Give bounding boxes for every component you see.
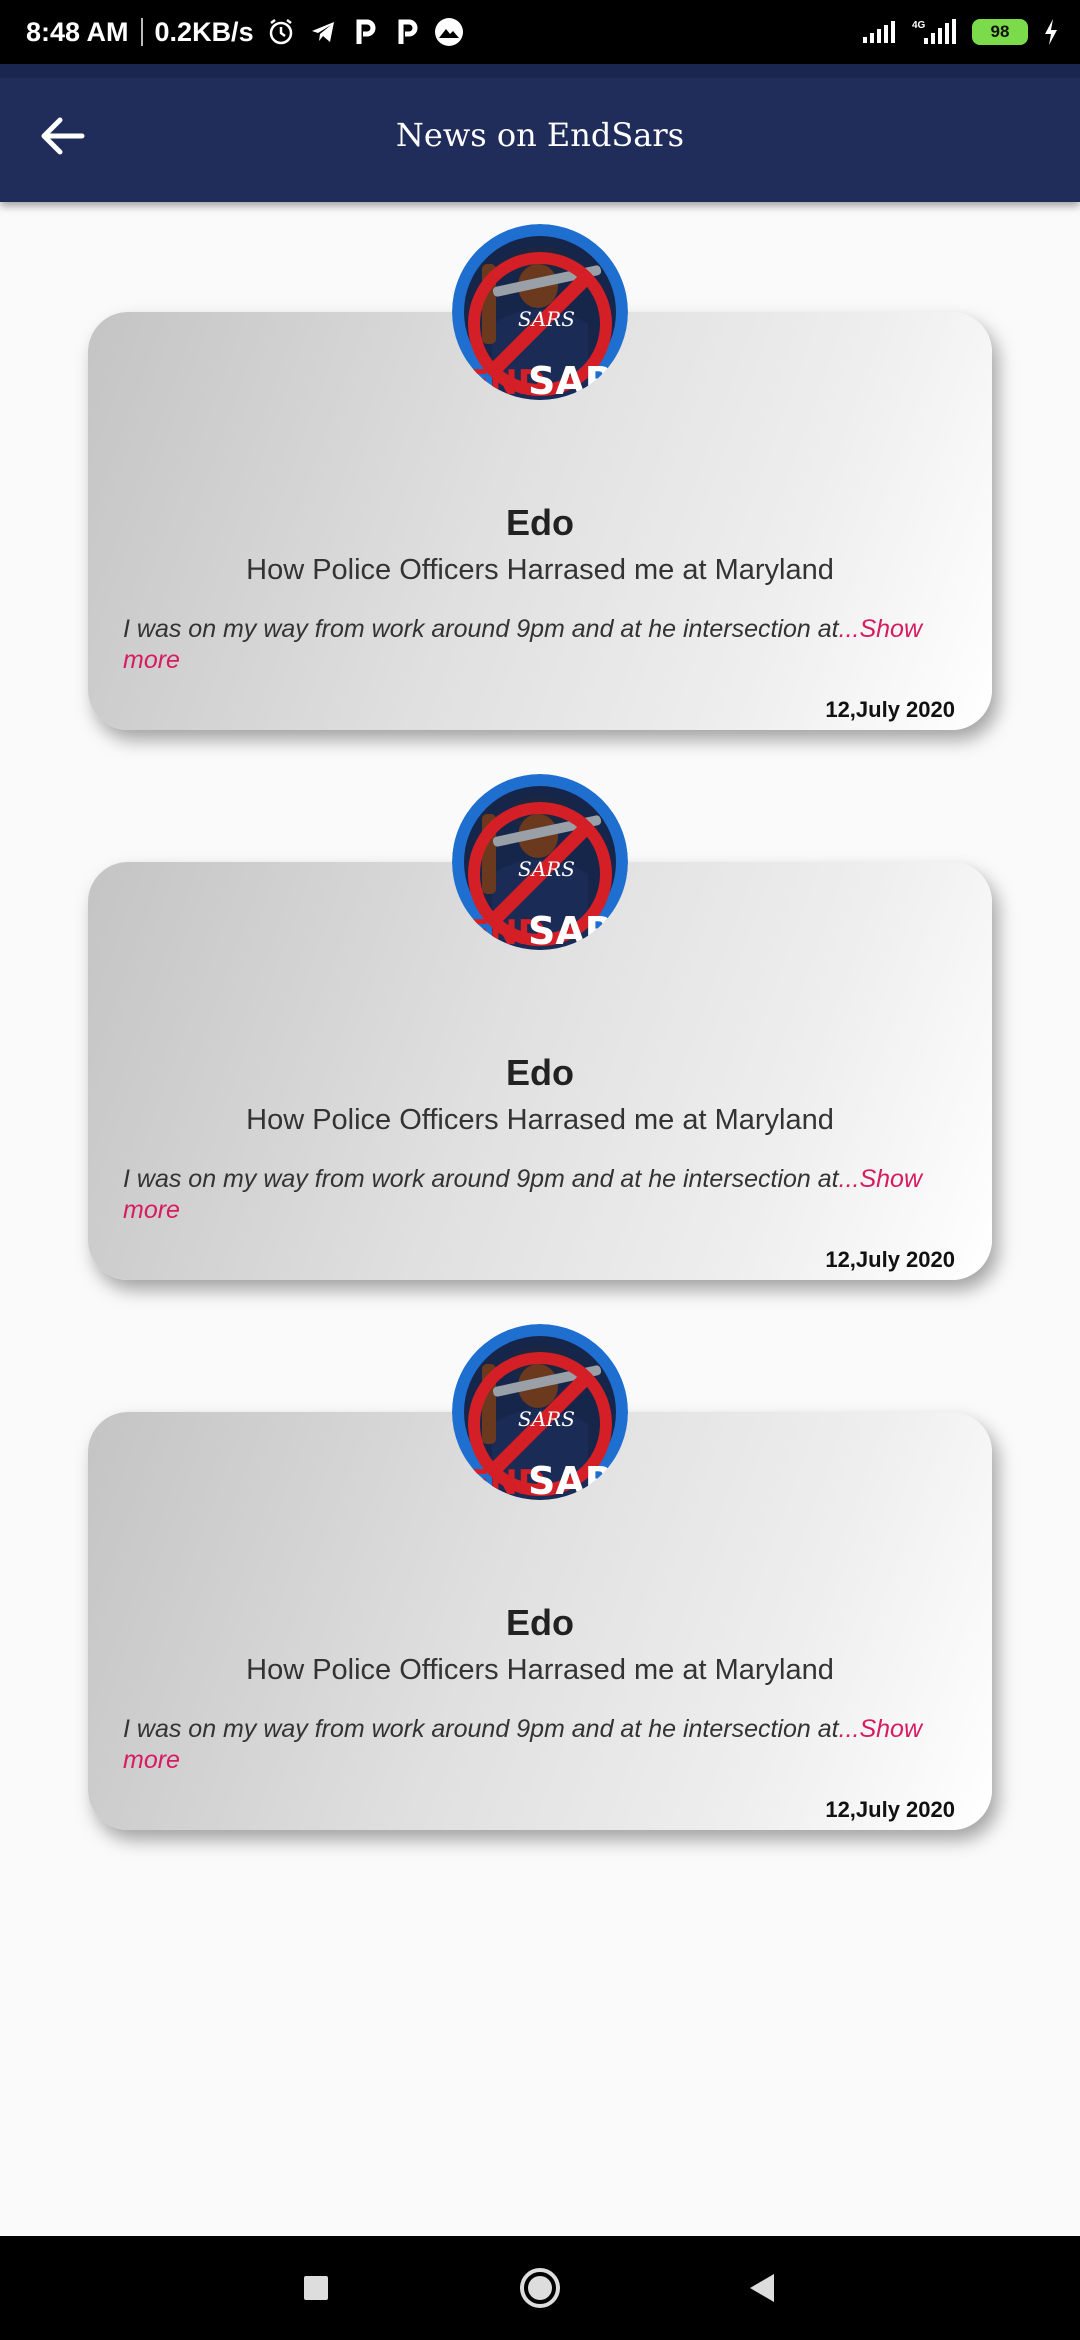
post-date: 12,July 2020	[825, 1247, 955, 1272]
post-headline: How Police Officers Harrased me at Maryl…	[246, 1654, 834, 1686]
post-excerpt: I was on my way from work around 9pm and…	[123, 1714, 957, 1776]
avatar: SARS END SARS	[452, 1324, 628, 1500]
endsars-avatar-image: SARS END SARS	[452, 1324, 628, 1500]
post-headline: How Police Officers Harrased me at Maryl…	[246, 1104, 834, 1136]
post-excerpt-text: I was on my way from work around 9pm and…	[123, 615, 839, 643]
system-nav-bar	[0, 2236, 1080, 2340]
post-author: Edo	[506, 1602, 574, 1643]
post-author: Edo	[506, 502, 574, 543]
logo-sars-small: SARS	[518, 307, 575, 331]
mountain-app-icon	[434, 17, 464, 47]
network-speed: 0.2KB/s	[154, 16, 254, 47]
logo-sars-small: SARS	[518, 857, 575, 881]
alarm-icon	[266, 17, 296, 47]
app-p-icon-2	[392, 17, 422, 47]
app-bar-strip	[0, 64, 1080, 78]
signal-4g-icon: 4G	[912, 17, 958, 47]
triangle-back-icon	[750, 2274, 774, 2302]
avatar: SARS END SARS	[452, 224, 628, 400]
back-nav-button[interactable]	[732, 2258, 792, 2318]
endsars-avatar-image: SARS END SARS	[452, 774, 628, 950]
avatar: SARS END SARS	[452, 774, 628, 950]
square-icon	[304, 2276, 328, 2300]
post-excerpt: I was on my way from work around 9pm and…	[123, 1164, 957, 1226]
post-headline: How Police Officers Harrased me at Maryl…	[246, 554, 834, 586]
battery-level: 98	[990, 22, 1010, 41]
battery-indicator: 98	[972, 19, 1028, 45]
endsars-avatar-image: SARS END SARS	[452, 224, 628, 400]
logo-sars-small: SARS	[518, 1407, 575, 1431]
post-date: 12,July 2020	[825, 697, 955, 722]
post-excerpt-text: I was on my way from work around 9pm and…	[123, 1165, 839, 1193]
post-excerpt-text: I was on my way from work around 9pm and…	[123, 1715, 839, 1743]
network-type: 4G	[912, 20, 926, 31]
post-excerpt: I was on my way from work around 9pm and…	[123, 614, 957, 676]
signal-icon	[860, 17, 898, 47]
app-p-icon	[350, 17, 380, 47]
charging-icon	[1042, 17, 1060, 47]
recents-button[interactable]	[286, 2258, 346, 2318]
app-bar: News on EndSars	[0, 64, 1080, 202]
status-bar: 8:48 AM 0.2KB/s 4G 98	[0, 0, 1080, 64]
page-title: News on EndSars	[395, 116, 685, 154]
post-author: Edo	[506, 1052, 574, 1093]
telegram-icon	[308, 17, 338, 47]
status-time: 8:48 AM	[26, 16, 129, 47]
home-button[interactable]	[510, 2258, 570, 2318]
status-divider	[140, 18, 143, 46]
post-date: 12,July 2020	[825, 1797, 955, 1822]
circle-icon	[520, 2268, 560, 2308]
